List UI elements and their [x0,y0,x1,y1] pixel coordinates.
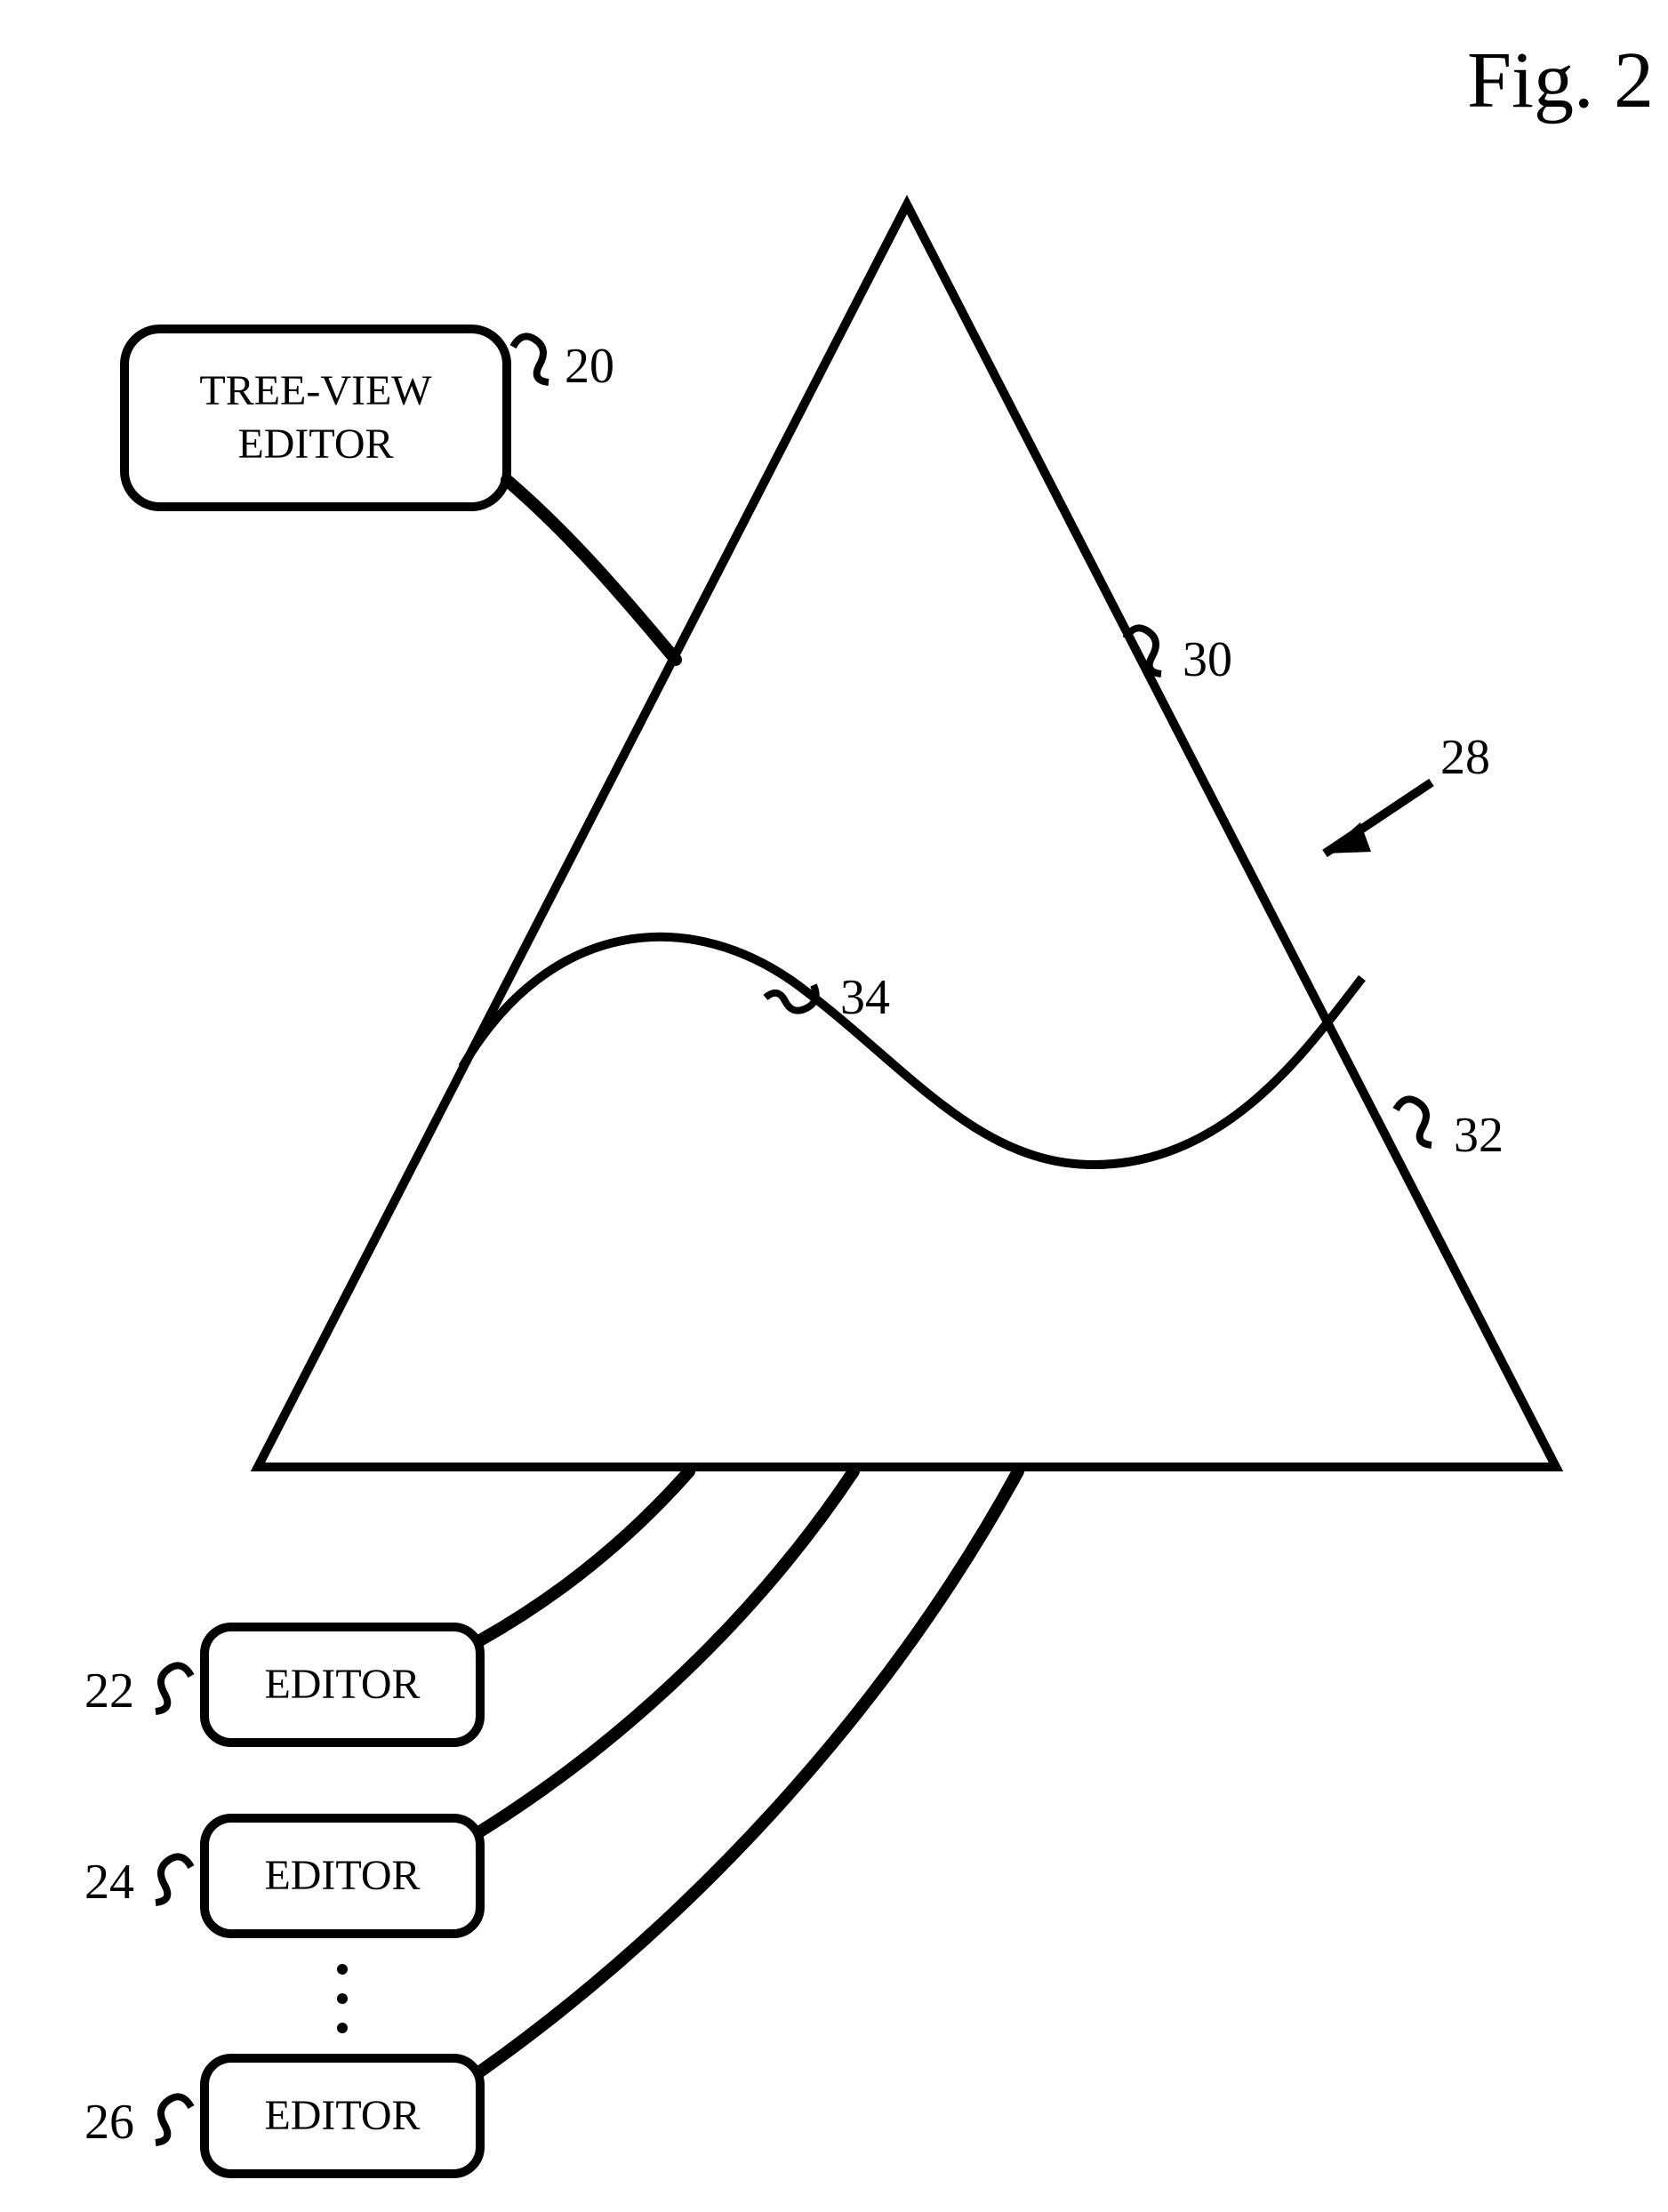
figure-2-diagram: Fig. 2 30 32 34 28 TREE-VIEW EDITOR 20 [0,0,1668,2212]
ref-20-label: 20 [565,339,614,394]
ref-26-label: 26 [84,2095,134,2150]
ellipsis-dots [337,1964,348,2033]
ref-32-label: 32 [1454,1108,1504,1163]
ref-28-label: 28 [1440,730,1490,785]
tree-view-editor-box: TREE-VIEW EDITOR 20 [124,329,676,660]
ref-32: 32 [1396,1099,1504,1163]
pyramid-divider [462,937,1362,1165]
editor-22-box: EDITOR 22 [84,1471,689,1743]
editor-22-label: EDITOR [264,1661,420,1708]
ref-30-label: 30 [1183,632,1232,687]
ref-34-label: 34 [840,970,890,1025]
tree-view-editor-label-line2: EDITOR [237,421,393,468]
figure-title: Fig. 2 [1467,36,1654,124]
ref-24-label: 24 [84,1855,134,1910]
tree-view-editor-label-line1: TREE-VIEW [199,367,432,414]
editor-26-label: EDITOR [264,2092,420,2139]
ref-28: 28 [1325,730,1490,854]
editor-24-label: EDITOR [264,1852,420,1899]
ref-22-label: 22 [84,1663,134,1719]
